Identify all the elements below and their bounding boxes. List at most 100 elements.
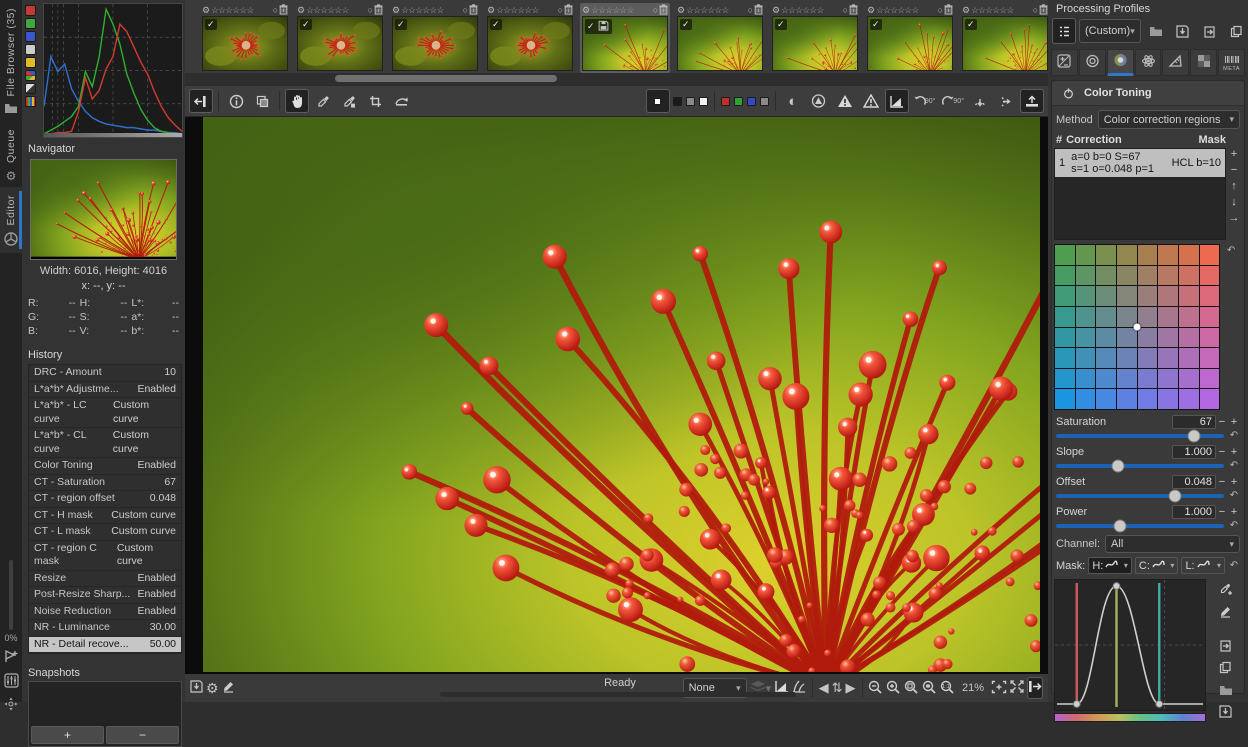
move-up-button[interactable]: ↑ [1227,180,1241,193]
slider-value[interactable]: 67 [1172,415,1216,429]
grid-cell[interactable] [1158,286,1178,306]
channel-preview-swatch[interactable] [734,97,743,106]
grid-cell[interactable] [1179,389,1199,409]
color-label-icon[interactable]: ○ [938,5,943,15]
grid-cell[interactable] [1117,328,1137,348]
grid-cell[interactable] [1200,389,1220,409]
rank-stars[interactable]: ☆☆☆☆☆☆ [971,5,1014,16]
channel-preview-swatch[interactable] [721,97,730,106]
grid-cell[interactable] [1138,266,1158,286]
slider-decrement[interactable]: − [1216,506,1228,518]
grid-cell[interactable] [1055,245,1075,265]
save-curve-icon[interactable] [1216,704,1236,722]
grid-cell[interactable] [1055,389,1075,409]
thumbnail-image[interactable]: ✓ [867,16,953,71]
sidebar-tab-file-browser[interactable]: File Browser (35) [0,0,22,121]
before-after-view-button[interactable] [250,89,274,113]
collapse-right-panel-icon[interactable] [1027,677,1043,699]
metadata-tab[interactable]: META [1218,49,1245,76]
rank-stars[interactable]: ☆☆☆☆☆☆ [686,5,729,16]
zoom-100-icon[interactable]: 1:1 [940,677,955,699]
trash-icon[interactable] [944,4,953,17]
zoom-fit-icon[interactable] [904,677,919,699]
grid-cell[interactable] [1076,245,1096,265]
chroma-button[interactable] [25,57,36,68]
color-label-icon[interactable]: ○ [843,5,848,15]
fullscreen-icon[interactable] [1010,677,1024,699]
trash-icon[interactable] [754,4,763,17]
thumbnail-image[interactable]: ✓ [677,16,763,71]
rank-stars[interactable]: ☆☆☆☆☆☆ [591,5,634,16]
history-row[interactable]: L*a*b* - LC curveCustom curve [29,398,181,428]
filmstrip-thumbnail-7[interactable]: ⚙☆☆☆☆☆☆○✓ [770,3,860,73]
slider-reset-icon[interactable]: ↶ [1228,460,1240,471]
grid-cell[interactable] [1096,328,1116,348]
profile-gear-icon[interactable]: ⚙ [677,5,685,16]
slider-value[interactable]: 0.048 [1172,475,1216,489]
thumbnail-image[interactable]: ✓ [392,16,478,71]
filmstrip-thumbnail-5[interactable]: ⚙☆☆☆☆☆☆○✓ [580,3,670,73]
filmstrip-thumbnail-2[interactable]: ⚙☆☆☆☆☆☆○✓ [295,3,385,73]
profile-gear-icon[interactable]: ⚙ [202,5,210,16]
luminosity-button[interactable] [25,44,36,55]
history-row[interactable]: CT - H maskCustom curve [29,508,181,525]
filmstrip-thumbnail-3[interactable]: ⚙☆☆☆☆☆☆○✓ [390,3,480,73]
exposure-tab[interactable] [1051,49,1078,76]
history-row[interactable]: Color ToningEnabled [29,458,181,475]
add-snapshot-button[interactable]: + [31,726,104,744]
shadow-clip-warning-button[interactable] [833,89,857,113]
detail-window-icon[interactable] [991,677,1007,699]
slider-track[interactable] [1056,524,1224,528]
preview-bg-color-button[interactable] [646,89,670,113]
duplicate-region-button[interactable]: → [1227,212,1241,225]
hand-tool-button[interactable] [285,89,309,113]
remove-snapshot-button[interactable]: − [106,726,179,744]
add-quick-profile-icon[interactable] [2,649,20,667]
save-image-icon[interactable] [190,677,203,699]
grid-cell[interactable] [1200,369,1220,389]
filmstrip-thumbnail-8[interactable]: ⚙☆☆☆☆☆☆○✓ [865,3,955,73]
perspective-horizontal-button[interactable] [994,89,1018,113]
prev-image-icon[interactable]: ◀ [819,677,829,699]
raw-tab[interactable] [1190,49,1217,76]
move-down-button[interactable]: ↓ [1227,196,1241,209]
slider-increment[interactable]: + [1228,506,1240,518]
save-profile-icon[interactable] [1171,18,1195,44]
grid-cell[interactable] [1117,245,1137,265]
grid-cell[interactable] [1096,369,1116,389]
thumbnail-image[interactable]: ✓ [962,16,1048,71]
slider-increment[interactable]: + [1228,416,1240,428]
highlight-clip-warning-button[interactable] [859,89,883,113]
grid-cell[interactable] [1158,245,1178,265]
history-row[interactable]: CT - Saturation67 [29,475,181,492]
grid-cell[interactable] [1076,328,1096,348]
trash-icon[interactable] [374,4,383,17]
raw-histogram-button[interactable] [25,83,36,94]
grid-cell[interactable] [1117,369,1137,389]
channel-select[interactable]: All▾ [1105,535,1240,553]
blue-channel-button[interactable] [25,31,36,42]
filmstrip-thumbnail-4[interactable]: ⚙☆☆☆☆☆☆○✓ [485,3,575,73]
color-picker-button[interactable] [311,89,335,113]
collapse-filmstrip-button[interactable] [189,89,213,113]
grid-cell[interactable] [1076,348,1096,368]
reset-grid-icon[interactable]: ↶ [1227,245,1235,256]
grid-cell[interactable] [1179,266,1199,286]
perspective-vertical-button[interactable] [968,89,992,113]
color-label-icon[interactable]: ○ [1033,5,1038,15]
grid-cell[interactable] [1076,286,1096,306]
grid-cell[interactable] [1138,369,1158,389]
collapse-top-panel-button[interactable] [1020,89,1044,113]
zoom-fit-crop-icon[interactable] [922,677,937,699]
image-info-button[interactable] [224,89,248,113]
bg-color-swatch[interactable] [699,97,708,106]
rotate-left-90-button[interactable]: 90° [911,89,938,113]
slider-knob[interactable] [1187,429,1200,442]
trash-icon[interactable] [1039,4,1048,17]
power-icon[interactable] [1058,84,1078,102]
grid-cell[interactable] [1138,348,1158,368]
grid-cell[interactable] [1158,348,1178,368]
trash-icon[interactable] [659,4,668,17]
thumbnail-image[interactable]: ✓ [202,16,288,71]
correction-row[interactable]: 1a=0 b=0 S=67s=1 o=0.048 p=1HCL b=10 [1055,149,1225,177]
